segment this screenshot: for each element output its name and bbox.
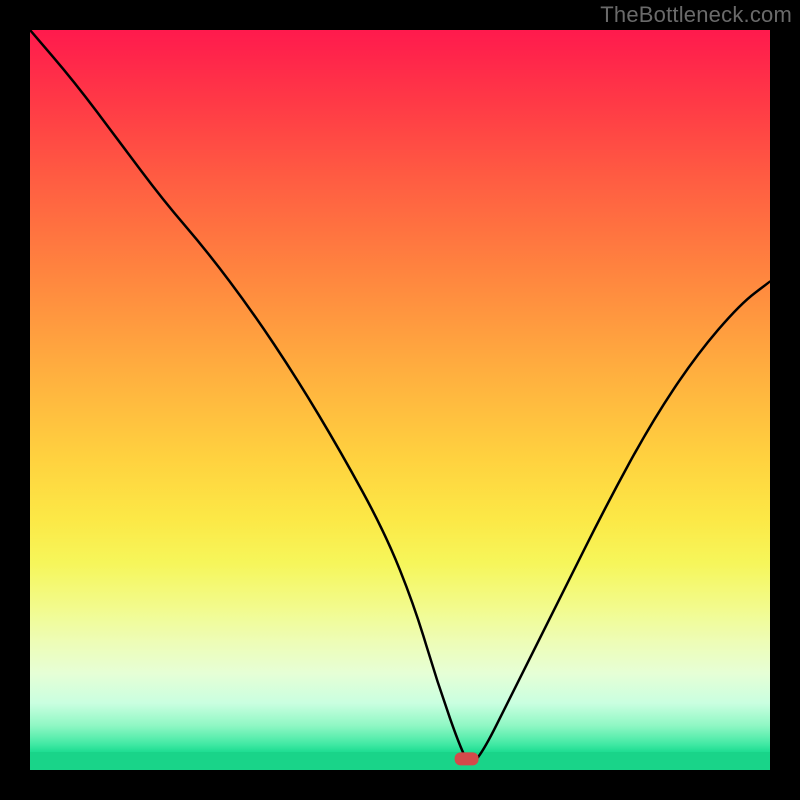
curve-svg bbox=[30, 30, 770, 770]
optimal-point-marker bbox=[455, 752, 479, 765]
chart-frame: TheBottleneck.com bbox=[0, 0, 800, 800]
bottleneck-curve bbox=[30, 30, 770, 764]
plot-area bbox=[30, 30, 770, 770]
watermark-text: TheBottleneck.com bbox=[600, 2, 792, 28]
